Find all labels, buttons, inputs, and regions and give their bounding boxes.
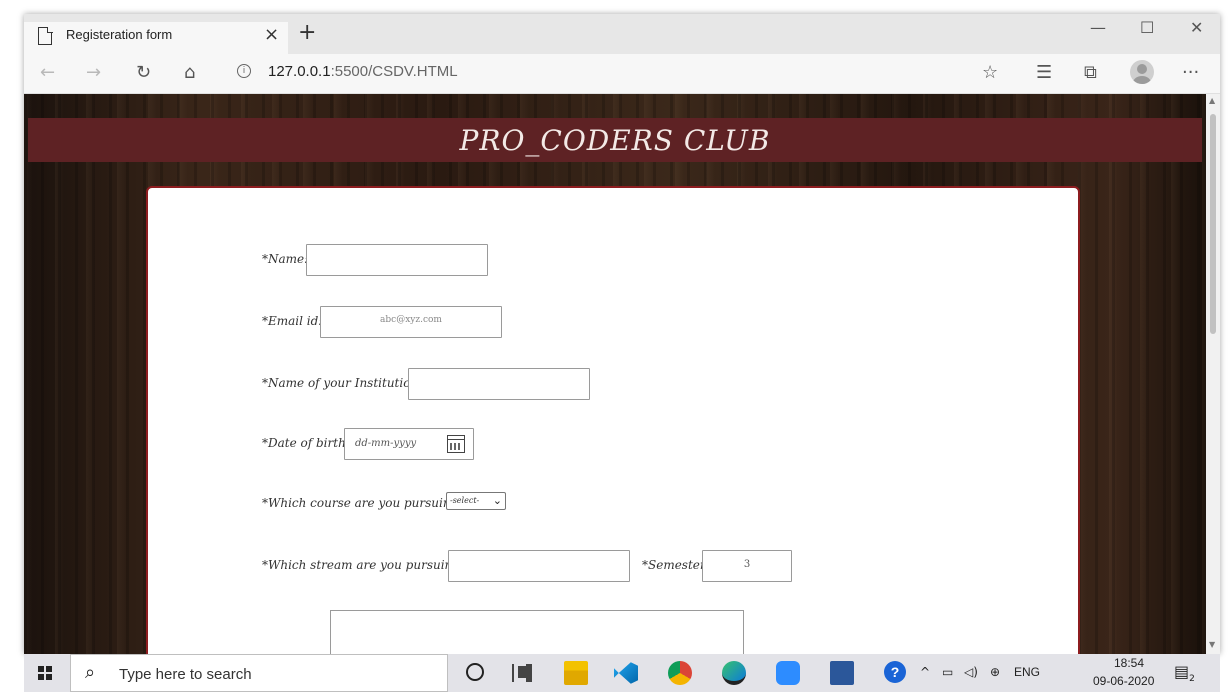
dob-label: *Date of birth: — [262, 436, 350, 450]
windows-start-icon[interactable] — [38, 666, 52, 680]
close-window-button[interactable]: ✕ — [1190, 18, 1203, 37]
url-path: :5500/CSDV.HTML — [330, 63, 458, 80]
dob-placeholder: dd-mm-yyyy — [355, 438, 417, 449]
page-icon — [38, 26, 53, 45]
back-arrow-icon[interactable]: ← — [40, 62, 55, 83]
tab-close-icon[interactable]: × — [264, 24, 279, 45]
email-input[interactable]: abc@xyz.com — [320, 306, 502, 338]
zoom-icon[interactable] — [776, 661, 800, 685]
minimize-button[interactable]: — — [1090, 18, 1106, 37]
file-explorer-icon[interactable] — [564, 661, 588, 685]
browser-window: Registeration form × + — ☐ ✕ ← → ↻ ⌂ i 1… — [24, 14, 1220, 654]
scroll-up-icon[interactable]: ▲ — [1209, 96, 1215, 105]
cortana-icon[interactable] — [466, 663, 484, 681]
globe-network-icon[interactable]: ⊕ — [990, 665, 1000, 679]
name-input[interactable] — [306, 244, 488, 276]
word-icon[interactable] — [830, 661, 854, 685]
home-icon[interactable]: ⌂ — [184, 62, 195, 83]
notification-count: 2 — [1189, 674, 1195, 685]
url-host: 127.0.0.1 — [268, 63, 331, 80]
semester-value: 3 — [743, 559, 751, 570]
stream-input[interactable] — [448, 550, 630, 582]
favorites-list-icon[interactable]: ☰ — [1036, 62, 1052, 83]
task-view-icon[interactable] — [512, 664, 532, 682]
chevron-down-icon: ⌄ — [492, 494, 502, 507]
battery-icon[interactable]: ▭ — [942, 665, 953, 679]
email-label: *Email id: — [262, 314, 323, 328]
help-icon[interactable]: ? — [884, 661, 906, 683]
forward-arrow-icon[interactable]: → — [86, 62, 101, 83]
tab-bar: Registeration form × + — ☐ ✕ — [24, 14, 1220, 54]
address-bar[interactable]: 127.0.0.1:5500/CSDV.HTML — [268, 63, 458, 80]
course-select[interactable]: -select- ⌄ — [446, 492, 506, 510]
tab-registration-form[interactable]: Registeration form × — [24, 22, 288, 54]
institution-input[interactable] — [408, 368, 590, 400]
clock-time[interactable]: 18:54 — [1114, 656, 1144, 670]
new-tab-button[interactable]: + — [298, 20, 316, 45]
vertical-scrollbar[interactable]: ▲ ▼ — [1206, 94, 1220, 654]
collections-icon[interactable]: ⧉ — [1084, 62, 1097, 83]
profile-avatar[interactable] — [1130, 60, 1154, 84]
email-placeholder: abc@xyz.com — [380, 315, 442, 325]
refresh-icon[interactable]: ↻ — [136, 62, 151, 83]
registration-form: *Name: *Email id: abc@xyz.com *Name of y… — [146, 186, 1080, 654]
name-label: *Name: — [262, 252, 309, 266]
scroll-down-icon[interactable]: ▼ — [1209, 640, 1215, 649]
course-selected-value: -select- — [450, 496, 480, 505]
clock-date[interactable]: 09-06-2020 — [1093, 674, 1154, 688]
search-icon: ⌕ — [85, 662, 96, 683]
calendar-icon[interactable] — [447, 435, 465, 453]
navigation-toolbar: ← → ↻ ⌂ i 127.0.0.1:5500/CSDV.HTML ☆ ☰ ⧉… — [24, 54, 1220, 94]
maximize-button[interactable]: ☐ — [1140, 18, 1154, 37]
club-banner: PRO_CODERS CLUB — [28, 118, 1202, 162]
vscode-icon[interactable] — [614, 662, 638, 684]
show-hidden-icons-icon[interactable]: ^ — [920, 665, 930, 679]
institution-label: *Name of your Institution: — [262, 376, 423, 390]
search-placeholder: Type here to search — [119, 666, 252, 683]
site-info-icon[interactable]: i — [237, 64, 251, 78]
taskbar: ⌕ Type here to search ? ^ ▭ ◁) ⊕ ENG 18:… — [24, 654, 1220, 692]
notification-icon[interactable]: ▤2 — [1174, 662, 1195, 684]
favorite-star-icon[interactable]: ☆ — [982, 62, 998, 83]
club-title: PRO_CODERS CLUB — [459, 124, 771, 157]
taskbar-search-box[interactable]: ⌕ Type here to search — [70, 654, 448, 692]
edge-icon[interactable] — [722, 661, 746, 685]
course-label: *Which course are you pursuing? — [262, 496, 465, 510]
dob-input[interactable]: dd-mm-yyyy — [344, 428, 474, 460]
language-indicator[interactable]: ENG — [1014, 665, 1040, 679]
tab-title: Registeration form — [66, 27, 173, 42]
volume-icon[interactable]: ◁) — [964, 665, 978, 679]
address-textarea[interactable] — [330, 610, 744, 654]
more-options-icon[interactable]: ··· — [1182, 62, 1199, 83]
semester-label: *Semester: — [642, 558, 710, 572]
chrome-icon[interactable] — [668, 661, 692, 685]
semester-input[interactable]: 3 — [702, 550, 792, 582]
page-viewport: PRO_CODERS CLUB *Name: *Email id: abc@xy… — [24, 94, 1206, 654]
stream-label: *Which stream are you pursuing? — [262, 558, 467, 572]
scroll-thumb[interactable] — [1210, 114, 1216, 334]
